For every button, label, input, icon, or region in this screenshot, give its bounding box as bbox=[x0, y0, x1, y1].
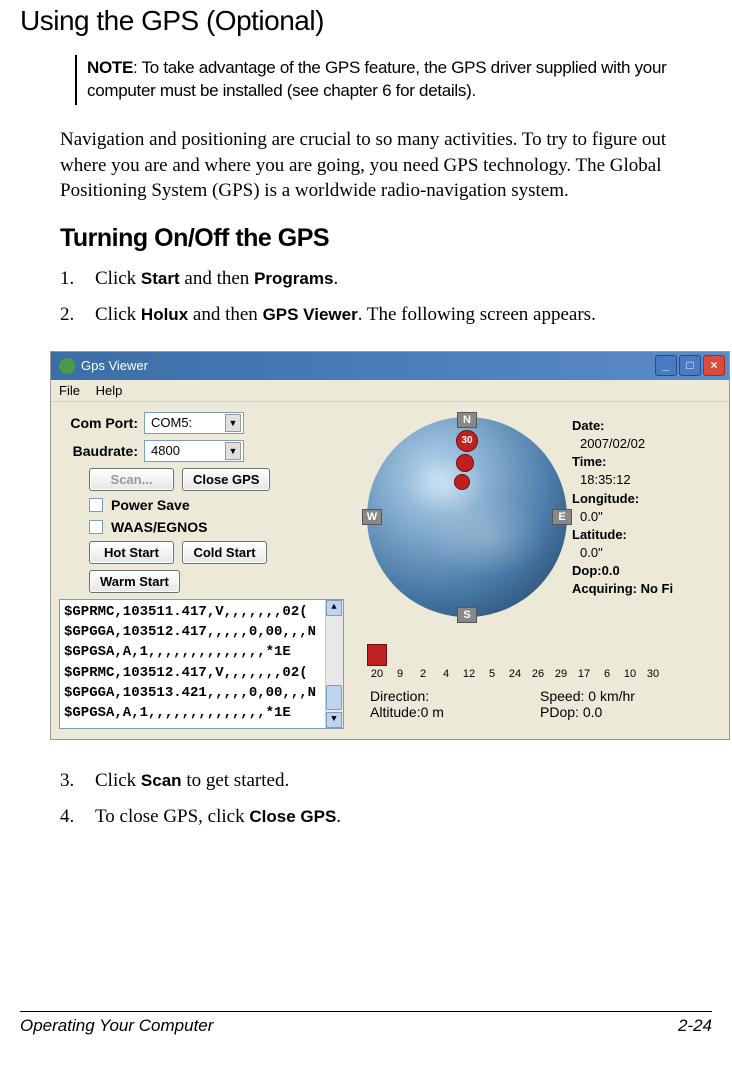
altitude-label: Altitude: bbox=[370, 704, 421, 720]
acquiring-status: Acquiring: No Fi bbox=[572, 580, 673, 598]
info-panel: Date: 2007/02/02 Time: 18:35:12 Longitud… bbox=[572, 417, 673, 599]
step-number: 2. bbox=[60, 304, 95, 326]
speed-value: 0 km/hr bbox=[588, 688, 635, 704]
note-label: NOTE bbox=[87, 58, 133, 77]
step-text: Click Start and then Programs. bbox=[95, 268, 712, 290]
direction-label: Direction: bbox=[370, 688, 429, 704]
longitude-label: Longitude: bbox=[572, 490, 673, 508]
scrollbar[interactable]: ▲ ▼ bbox=[325, 600, 343, 728]
page-title: Using the GPS (Optional) bbox=[20, 5, 712, 37]
intro-paragraph: Navigation and positioning are crucial t… bbox=[60, 127, 702, 204]
compass-e: E bbox=[552, 509, 572, 525]
pdop-label: PDop: bbox=[540, 704, 579, 720]
step-3: 3. Click Scan to get started. bbox=[60, 770, 712, 792]
waas-label: WAAS/EGNOS bbox=[111, 519, 207, 535]
compass-s: S bbox=[457, 607, 477, 623]
baudrate-combo[interactable]: 4800 ▼ bbox=[144, 440, 244, 462]
step-number: 3. bbox=[60, 770, 95, 792]
satellite-sky-view: N S W E 30 Date: 2007/02/02 Time: 18:35:… bbox=[362, 412, 712, 622]
altitude-value: 0 m bbox=[421, 704, 444, 720]
time-value: 18:35:12 bbox=[580, 471, 673, 489]
compass-n: N bbox=[457, 412, 477, 428]
power-save-checkbox[interactable] bbox=[89, 498, 103, 512]
latitude-value: 0.0" bbox=[580, 544, 673, 562]
compass-w: W bbox=[362, 509, 382, 525]
step-list: 1. Click Start and then Programs. 2. Cli… bbox=[60, 268, 712, 326]
power-save-label: Power Save bbox=[111, 497, 190, 513]
close-button[interactable]: × bbox=[703, 355, 725, 376]
step-number: 4. bbox=[60, 806, 95, 828]
menu-file[interactable]: File bbox=[59, 383, 80, 398]
waas-checkbox[interactable] bbox=[89, 520, 103, 534]
note-box: NOTE: To take advantage of the GPS featu… bbox=[75, 55, 692, 105]
note-text: : To take advantage of the GPS feature, … bbox=[87, 58, 666, 100]
dop-label: Dop: bbox=[572, 563, 602, 578]
nmea-output[interactable]: $GPRMC,103511.417,V,,,,,,,02( $GPGGA,103… bbox=[59, 599, 344, 729]
step-text: Click Holux and then GPS Viewer. The fol… bbox=[95, 304, 712, 326]
scroll-up-icon[interactable]: ▲ bbox=[326, 600, 342, 616]
latitude-label: Latitude: bbox=[572, 526, 673, 544]
step-list-continued: 3. Click Scan to get started. 4. To clos… bbox=[60, 770, 712, 828]
close-gps-button[interactable]: Close GPS bbox=[182, 468, 270, 491]
menu-help[interactable]: Help bbox=[96, 383, 123, 398]
step-text: To close GPS, click Close GPS. bbox=[95, 806, 712, 828]
page-footer: Operating Your Computer 2-24 bbox=[20, 1011, 712, 1036]
menubar: File Help bbox=[51, 380, 729, 402]
titlebar: Gps Viewer _ □ × bbox=[51, 352, 729, 380]
hot-start-button[interactable]: Hot Start bbox=[89, 541, 174, 564]
time-label: Time: bbox=[572, 453, 673, 471]
dop-value: 0.0 bbox=[602, 563, 620, 578]
longitude-value: 0.0" bbox=[580, 508, 673, 526]
warm-start-button[interactable]: Warm Start bbox=[89, 570, 180, 593]
pdop-value: 0.0 bbox=[583, 704, 602, 720]
maximize-button[interactable]: □ bbox=[679, 355, 701, 376]
section-subtitle: Turning On/Off the GPS bbox=[60, 224, 712, 253]
app-icon bbox=[59, 358, 75, 374]
step-1: 1. Click Start and then Programs. bbox=[60, 268, 712, 290]
chevron-down-icon[interactable]: ▼ bbox=[225, 414, 241, 432]
baudrate-label: Baudrate: bbox=[59, 443, 144, 459]
chevron-down-icon[interactable]: ▼ bbox=[225, 442, 241, 460]
gps-viewer-window: Gps Viewer _ □ × File Help Com Port: COM… bbox=[50, 351, 730, 740]
scan-button[interactable]: Scan... bbox=[89, 468, 174, 491]
window-title: Gps Viewer bbox=[81, 358, 148, 373]
comport-label: Com Port: bbox=[59, 415, 144, 431]
satellite-marker: 30 bbox=[456, 430, 478, 452]
bottom-info: Direction: Altitude:0 m Speed: 0 km/hr P… bbox=[362, 688, 721, 720]
comport-combo[interactable]: COM5: ▼ bbox=[144, 412, 244, 434]
date-value: 2007/02/02 bbox=[580, 435, 673, 453]
footer-left: Operating Your Computer bbox=[20, 1016, 213, 1036]
cold-start-button[interactable]: Cold Start bbox=[182, 541, 267, 564]
date-label: Date: bbox=[572, 417, 673, 435]
window-controls: _ □ × bbox=[655, 355, 725, 376]
footer-right: 2-24 bbox=[678, 1016, 712, 1036]
step-2: 2. Click Holux and then GPS Viewer. The … bbox=[60, 304, 712, 326]
scroll-thumb[interactable] bbox=[326, 685, 342, 710]
scroll-down-icon[interactable]: ▼ bbox=[326, 712, 342, 728]
step-4: 4. To close GPS, click Close GPS. bbox=[60, 806, 712, 828]
minimize-button[interactable]: _ bbox=[655, 355, 677, 376]
speed-label: Speed: bbox=[540, 688, 584, 704]
satellite-marker bbox=[454, 474, 470, 490]
satellite-marker bbox=[456, 454, 474, 472]
step-number: 1. bbox=[60, 268, 95, 290]
satellite-signal-bars: 20 9 2 4 12 5 24 26 29 17 6 10 30 bbox=[362, 630, 721, 680]
step-text: Click Scan to get started. bbox=[95, 770, 712, 792]
